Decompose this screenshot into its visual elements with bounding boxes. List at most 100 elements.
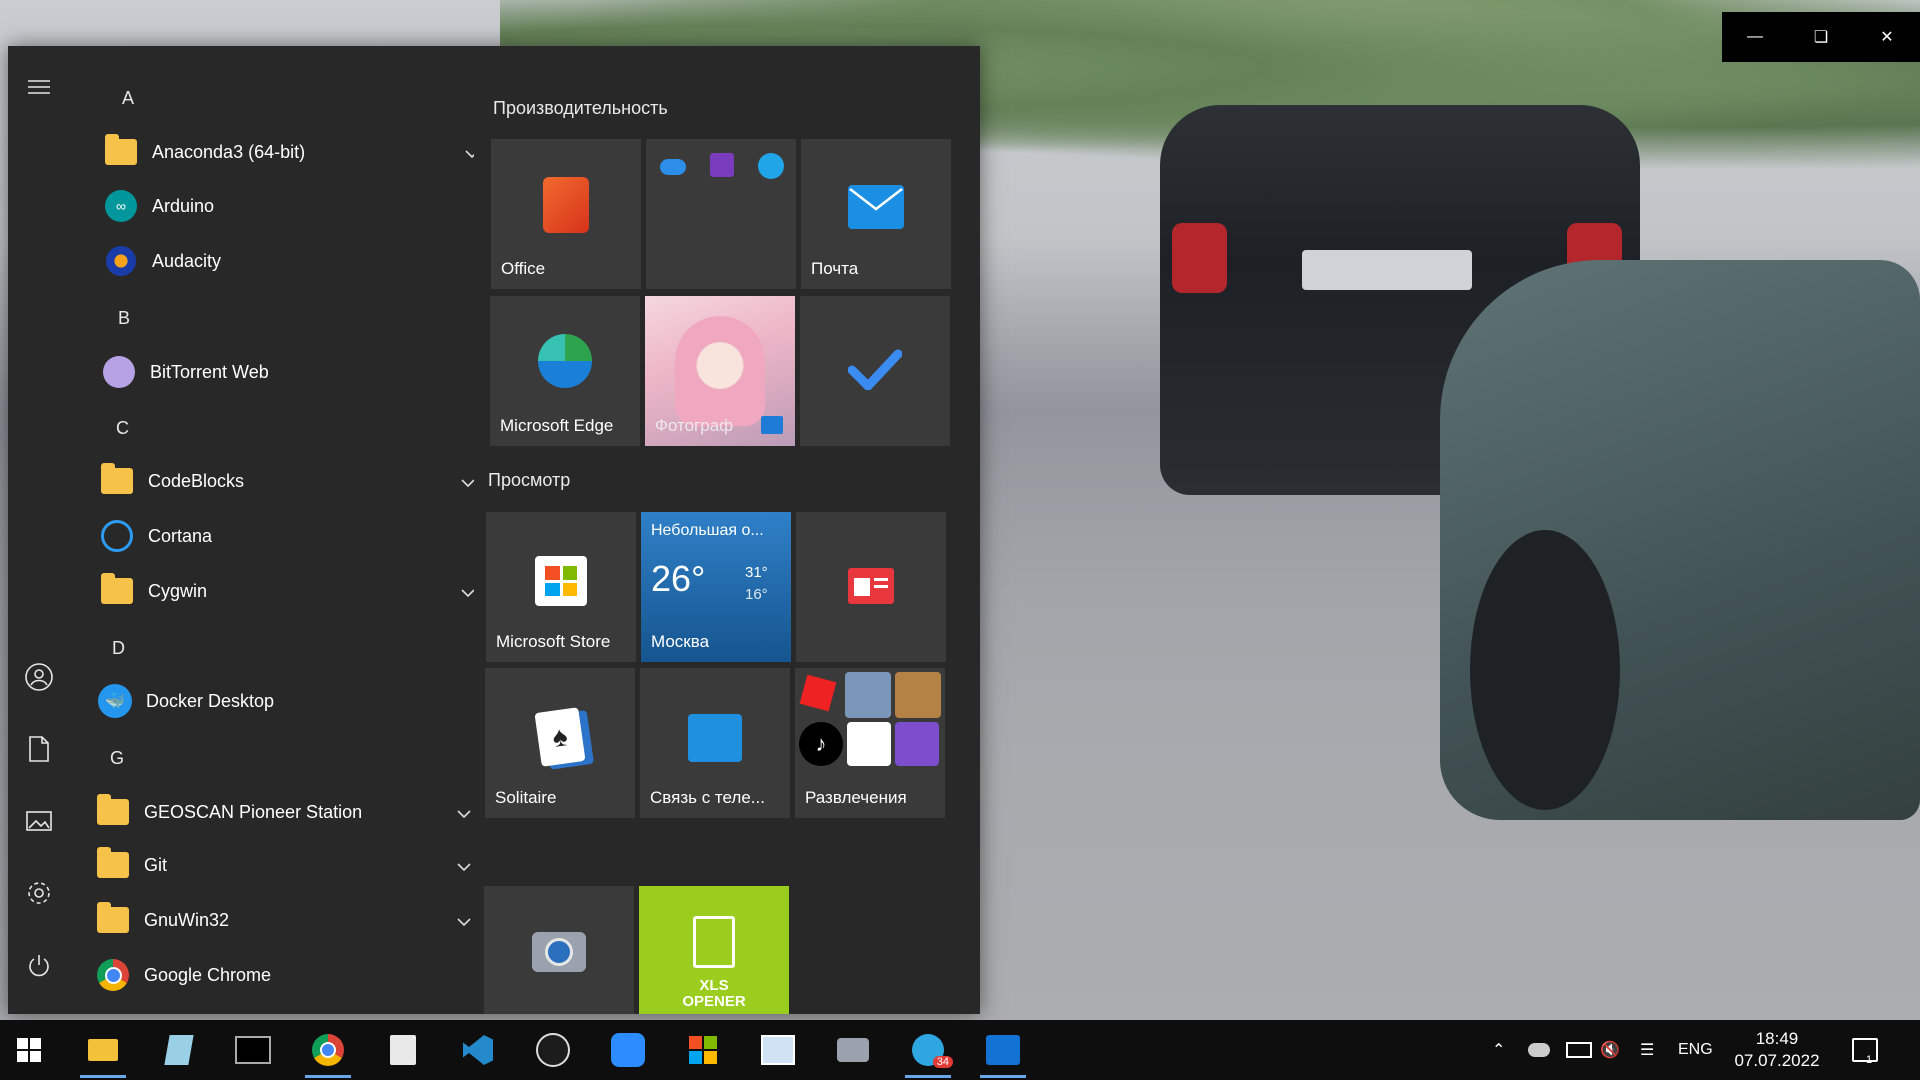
app-git[interactable]: Git [96,842,474,888]
group-title-productivity[interactable]: Производительность [493,98,668,119]
windows-start-icon[interactable] [6,1028,52,1072]
game2-icon [895,672,941,718]
camera-taskbar-icon[interactable] [830,1028,876,1072]
app-docker[interactable]: 🐳 Docker Desktop [98,678,474,724]
chevron-down-icon[interactable] [456,911,472,932]
car-wheel [1470,530,1620,810]
app-bittorrent[interactable]: BitTorrent Web [102,349,474,395]
app-anaconda[interactable]: Anaconda3 (64-bit) [104,129,474,175]
chevron-down-icon[interactable] [456,803,472,824]
app-cygwin[interactable]: Cygwin [100,568,474,614]
pictures-icon[interactable] [22,804,56,838]
app-label: GnuWin32 [144,909,230,930]
minimize-icon[interactable]: — [1722,12,1788,62]
battery-icon[interactable] [1566,1020,1592,1080]
checkmark-icon [848,349,902,390]
app-codeblocks[interactable]: CodeBlocks [100,458,474,504]
tile-entertainment[interactable]: ♪ Развлечения [795,668,945,818]
power-icon[interactable] [22,948,56,982]
app-label: CodeBlocks [148,470,245,491]
app-chrome[interactable]: Google Chrome [96,952,474,998]
app-audacity[interactable]: Audacity [104,238,474,284]
onedrive-icon [660,159,686,175]
chrome-taskbar-icon[interactable] [305,1028,351,1078]
app-gnuwin[interactable]: GnuWin32 [96,897,474,943]
solitaire-icon: ♠ [534,707,586,767]
letter-header-c[interactable]: C [116,418,129,439]
chevron-down-icon[interactable] [456,856,472,877]
letter-header-a[interactable]: A [122,88,134,109]
photos-icon [761,416,783,434]
letter-header-b[interactable]: B [118,308,130,329]
photoshop-express-icon [847,722,891,766]
language-indicator[interactable]: ENG [1678,1020,1713,1080]
folder-icon [97,794,129,825]
vscode-icon[interactable] [455,1028,501,1072]
tile-onedrive-onenote-skype[interactable] [646,139,796,289]
bittorrent-icon [103,356,135,388]
notifications-icon[interactable]: 1 [1852,1020,1878,1080]
tile-your-phone[interactable]: Связь с теле... [640,668,790,818]
start-menu: A Anaconda3 (64-bit) ∞ Arduino Audacity … [8,46,980,1014]
media-player-icon[interactable] [980,1028,1026,1078]
news-icon [848,568,894,604]
app-geoscan[interactable]: GEOSCAN Pioneer Station [96,789,474,835]
tile-solitaire[interactable]: ♠ Solitaire [485,668,635,818]
chevron-down-icon[interactable] [460,582,474,603]
group-title-explore[interactable]: Просмотр [488,470,570,491]
terminal-icon[interactable] [230,1028,276,1072]
folder-icon [97,847,129,878]
app-label: GEOSCAN Pioneer Station [144,801,363,822]
microsoft-store-taskbar-icon[interactable] [680,1028,726,1072]
document-icon [693,916,735,968]
tile-photos[interactable]: Фотограф [645,296,795,446]
app-arduino[interactable]: ∞ Arduino [104,183,474,229]
folder-icon [101,463,133,494]
tile-label: Связь с теле... [650,788,765,807]
weather-high: 31° [745,564,768,581]
letter-header-g[interactable]: G [110,748,124,769]
letter-header-d[interactable]: D [112,638,125,659]
store-icon [535,556,587,606]
document-icon[interactable] [22,732,56,766]
tile-todo[interactable] [800,296,950,446]
python-editor-icon[interactable] [380,1028,426,1072]
app-label: Audacity [152,250,222,271]
chevron-down-icon[interactable] [460,472,474,493]
settings-icon[interactable] [22,876,56,910]
app-label: Google Chrome [144,964,272,985]
zoom-icon[interactable] [605,1028,651,1072]
notepad-icon[interactable] [156,1028,202,1072]
hamburger-icon[interactable] [22,70,56,104]
tile-xls-opener[interactable]: XLS OPENER [639,886,789,1014]
user-icon[interactable] [22,660,56,694]
audacity-icon [106,246,136,276]
close-icon[interactable]: ✕ [1854,12,1920,62]
tile-office[interactable]: Office [491,139,641,289]
wifi-icon[interactable]: ☰ [1640,1020,1654,1080]
chrome-icon [97,959,129,991]
restore-icon[interactable]: ❏ [1788,12,1854,62]
app-cortana[interactable]: Cortana [100,513,474,559]
tile-store[interactable]: Microsoft Store [486,512,636,662]
tile-weather[interactable]: Небольшая о... 26° 31° 16° Москва [641,512,791,662]
tile-news[interactable] [796,512,946,662]
tile-camera[interactable] [484,886,634,1014]
weather-city: Москва [651,632,710,651]
onedrive-error-icon[interactable] [1528,1020,1550,1080]
volume-muted-icon[interactable]: 🔇 [1600,1020,1620,1080]
telegram-icon[interactable]: 34 [905,1028,953,1078]
file-explorer-icon[interactable] [80,1028,126,1078]
tile-mail[interactable]: Почта [801,139,951,289]
chevron-down-icon[interactable] [464,143,474,164]
image-viewer-icon[interactable] [755,1028,801,1072]
show-hidden-icons-icon[interactable]: ⌃ [1492,1020,1505,1080]
app-label: Anaconda3 (64-bit) [152,141,306,162]
clock[interactable]: 18:49 07.07.2022 [1732,1028,1822,1072]
roblox-icon [799,674,837,712]
clock-date: 07.07.2022 [1734,1051,1820,1070]
anime-artwork [675,316,765,426]
obs-icon[interactable] [530,1028,576,1072]
tile-edge[interactable]: Microsoft Edge [490,296,640,446]
app-label: Git [144,854,168,875]
